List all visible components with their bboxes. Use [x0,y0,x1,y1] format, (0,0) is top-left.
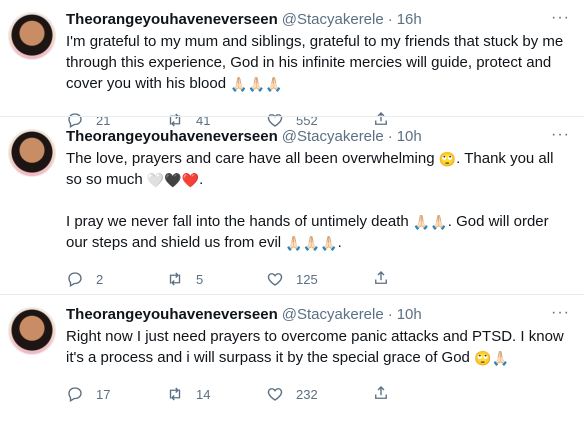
user-handle[interactable]: @Stacyakerele [282,305,384,325]
heart-icon [267,388,283,401]
reply-button[interactable]: 2 [66,270,166,288]
tweet-emojis: 🤍🖤❤️ [146,172,200,188]
timestamp[interactable]: 10h [397,127,422,147]
tweet-header: Theorangeyouhaveneverseen @Stacyakerele … [66,10,570,30]
tweet-body: Theorangeyouhaveneverseen @Stacyakerele … [66,10,570,128]
display-name[interactable]: Theorangeyouhaveneverseen [66,10,278,30]
tweet-body: Theorangeyouhaveneverseen @Stacyakerele … [66,305,570,435]
tweet-text-paragraph: I pray we never fall into the hands of u… [66,211,570,253]
like-button[interactable]: 125 [266,270,366,288]
tweet-text-part: I pray we never fall into the hands of u… [66,213,413,230]
timestamp[interactable]: 10h [397,305,422,325]
display-name[interactable]: Theorangeyouhaveneverseen [66,127,278,147]
reply-icon [68,272,82,287]
share-button[interactable] [372,269,390,290]
tweet-actions: 17 14 232 [66,377,570,411]
tweet-header: Theorangeyouhaveneverseen @Stacyakerele … [66,305,570,325]
tweet-actions: 2 5 125 [66,262,570,296]
tweet-emoji: 🙄 [438,151,457,167]
like-count: 232 [296,386,318,402]
tweet-text: Right now I just need prayers to overcom… [66,326,570,368]
like-button[interactable]: 232 [266,385,366,403]
tweet[interactable]: Theorangeyouhaveneverseen @Stacyakerele … [0,0,584,128]
heart-icon [267,273,283,286]
reply-count: 2 [96,271,104,287]
retweet-icon [169,387,181,401]
tweet[interactable]: Theorangeyouhaveneverseen @Stacyakerele … [0,116,584,294]
avatar[interactable] [8,129,56,177]
tweet-text-part: The love, prayers and care have all been… [66,150,439,167]
retweet-button[interactable]: 14 [166,385,266,403]
retweet-count: 14 [196,386,211,402]
separator-dot: · [387,306,393,323]
retweet-icon [169,272,181,286]
retweet-count: 5 [196,271,204,287]
user-handle[interactable]: @Stacyakerele [282,127,384,147]
separator-dot: · [387,128,393,145]
avatar[interactable] [8,307,56,355]
more-icon[interactable]: ··· [551,305,570,321]
tweet-emojis: 🙏🏻🙏🏻🙏🏻 [230,76,283,92]
tweet-header: Theorangeyouhaveneverseen @Stacyakerele … [66,127,570,147]
tweet-emojis: 🙄🙏🏻 [474,350,509,366]
timestamp[interactable]: 16h [397,10,422,30]
reply-count: 17 [96,386,111,402]
share-icon [375,385,387,399]
like-count: 125 [296,271,318,287]
tweet-emojis: 🙏🏻🙏🏻 [412,214,448,230]
separator-dot: · [387,11,393,28]
retweet-button[interactable]: 5 [166,270,266,288]
tweet[interactable]: Theorangeyouhaveneverseen @Stacyakerele … [0,294,584,435]
tweet-text-part: . [337,234,342,251]
tweet-body: Theorangeyouhaveneverseen @Stacyakerele … [66,127,570,294]
display-name[interactable]: Theorangeyouhaveneverseen [66,305,278,325]
more-icon[interactable]: ··· [551,10,570,26]
tweet-text-content: I'm grateful to my mum and siblings, gra… [66,33,568,92]
share-icon [375,270,387,284]
tweet-feed: Theorangeyouhaveneverseen @Stacyakerele … [0,0,584,435]
tweet-text-part: . [199,171,204,188]
more-icon[interactable]: ··· [551,127,570,143]
reply-button[interactable]: 17 [66,385,166,403]
reply-icon [68,387,82,402]
avatar[interactable] [8,12,56,60]
user-handle[interactable]: @Stacyakerele [282,10,384,30]
tweet-text: The love, prayers and care have all been… [66,148,570,190]
tweet-text: I'm grateful to my mum and siblings, gra… [66,31,570,94]
share-button[interactable] [372,384,390,405]
tweet-emojis: 🙏🏻🙏🏻🙏🏻 [285,235,338,251]
